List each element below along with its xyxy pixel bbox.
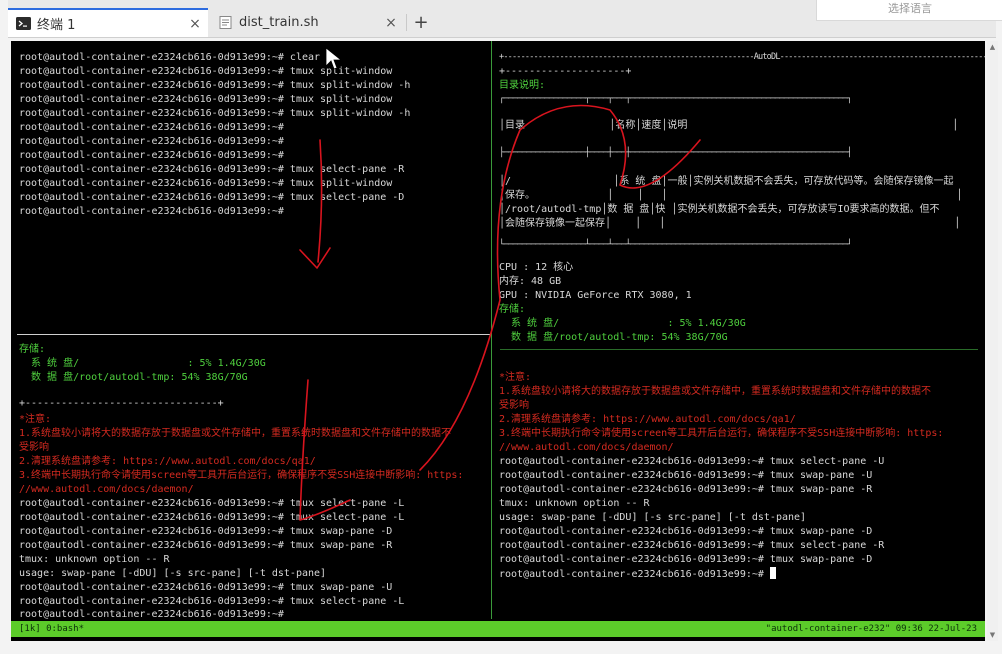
terminal-line: root@autodl-container-e2324cb616-0d913e9… [19, 164, 405, 175]
table-line: └──────────────────┴────┴───┴───────────… [499, 240, 852, 250]
terminal-line: root@autodl-container-e2324cb616-0d913e9… [19, 540, 393, 551]
notice-line: //www.autodl.com/docs/daemon/ [19, 484, 194, 495]
notice-line: 2.清理系统盘请参考: https://www.autodl.com/docs/… [499, 414, 796, 425]
terminal-line: root@autodl-container-e2324cb616-0d913e9… [499, 526, 873, 537]
terminal-line: root@autodl-container-e2324cb616-0d913e9… [499, 554, 873, 565]
storage-line: 系 统 盘/ : 5% 1.4G/30G [499, 318, 746, 329]
terminal-line: tmux: unknown option -- R [19, 554, 170, 565]
terminal-icon [16, 17, 31, 30]
terminal-line: root@autodl-container-e2324cb616-0d913e9… [19, 512, 405, 523]
language-selector[interactable]: 选择语言 [816, 0, 1002, 21]
tab-terminal-1[interactable]: 终端 1 × [8, 8, 208, 37]
notice-line: 3.终端中长期执行命令请使用screen等工具开后台运行，确保程序不受SSH连接… [499, 428, 944, 439]
terminal-line: root@autodl-container-e2324cb616-0d913e9… [19, 108, 411, 119]
rule-line: +--------------------+ [499, 66, 632, 77]
terminal-line: root@autodl-container-e2324cb616-0d913e9… [19, 94, 393, 105]
terminal-viewport[interactable]: root@autodl-container-e2324cb616-0d913e9… [11, 41, 985, 641]
status-window-list: [1k] 0:bash* [19, 624, 85, 634]
prompt-text: root@autodl-container-e2324cb616-0d913e9… [499, 569, 764, 580]
terminal-line: root@autodl-container-e2324cb616-0d913e9… [19, 178, 393, 189]
tab-separator [406, 14, 407, 31]
terminal-line: root@autodl-container-e2324cb616-0d913e9… [19, 80, 411, 91]
terminal-line: root@autodl-container-e2324cb616-0d913e9… [19, 582, 393, 593]
terminal-line: tmux: unknown option -- R [499, 498, 650, 509]
new-tab-button[interactable]: + [408, 10, 434, 36]
terminal-line: root@autodl-container-e2324cb616-0d913e9… [19, 52, 321, 63]
prompt-line[interactable]: root@autodl-container-e2324cb616-0d913e9… [499, 567, 776, 582]
storage-line: 系 统 盘/ : 5% 1.4G/30G [19, 358, 266, 369]
terminal-line: root@autodl-container-e2324cb616-0d913e9… [19, 609, 284, 620]
pane-divider[interactable] [17, 334, 491, 335]
terminal-line: root@autodl-container-e2324cb616-0d913e9… [499, 540, 885, 551]
scroll-up-icon[interactable]: ▲ [987, 41, 998, 53]
terminal-line: root@autodl-container-e2324cb616-0d913e9… [499, 470, 873, 481]
notice-title: *注意: [499, 372, 532, 383]
notice-line: 3.终端中长期执行命令请使用screen等工具开后台运行，确保程序不受SSH连接… [19, 470, 464, 481]
notice-line: //www.autodl.com/docs/daemon/ [499, 442, 674, 453]
notice-title: *注意: [19, 414, 52, 425]
notice-line: 1.系统盘较小请将大的数据存放于数据盘或文件存储中，重置系统时数据盘和文件存储中… [499, 386, 932, 397]
terminal-line: root@autodl-container-e2324cb616-0d913e9… [499, 456, 885, 467]
terminal-line: root@autodl-container-e2324cb616-0d913e9… [19, 596, 405, 607]
notice-line: 受影响 [499, 400, 529, 411]
table-line: │会随保存镜像一起保存│ │ │ │ [499, 218, 961, 229]
file-icon [219, 16, 232, 29]
pane-divider[interactable] [500, 349, 978, 350]
terminal-line: root@autodl-container-e2324cb616-0d913e9… [19, 192, 405, 203]
dir-title: 目录说明: [499, 80, 546, 91]
table-line: ├──────────────────┼────┼───┼───────────… [499, 148, 852, 158]
gpu-info: GPU : NVIDIA GeForce RTX 3080, 1 [499, 290, 692, 301]
close-icon[interactable]: × [186, 16, 204, 32]
rule-line: +--------------------------------+ [19, 398, 224, 409]
table-line: │/ │系 统 盘│一般│实例关机数据不会丢失，可存放代码等。会随保存镜像一起 [499, 176, 954, 187]
cpu-info: CPU : 12 核心 [499, 262, 574, 273]
tmux-status-bar: [1k] 0:bash* "autodl-container-e232" 09:… [11, 621, 985, 637]
status-host-time: "autodl-container-e232" 09:36 22-Jul-23 [765, 624, 977, 634]
terminal-line: usage: swap-pane [-dDU] [-s src-pane] [-… [19, 568, 327, 579]
storage-line: 数 据 盘/root/autodl-tmp: 54% 38G/70G [499, 332, 728, 343]
memory-info: 内存: 48 GB [499, 276, 562, 287]
text-cursor [769, 567, 776, 579]
table-line: │保存。 │ │ │ │ [499, 190, 963, 201]
tab-dist-train[interactable]: dist_train.sh × [210, 8, 404, 37]
close-icon[interactable]: × [382, 15, 400, 31]
banner-line: +---------------------------------------… [499, 52, 985, 62]
vertical-pane-divider[interactable] [491, 41, 492, 619]
notice-line: 2.清理系统盘请参考: https://www.autodl.com/docs/… [19, 456, 316, 467]
terminal-line: root@autodl-container-e2324cb616-0d913e9… [19, 526, 393, 537]
terminal-line: usage: swap-pane [-dDU] [-s src-pane] [-… [499, 512, 807, 523]
tab-label: 终端 1 [37, 18, 76, 33]
terminal-line: root@autodl-container-e2324cb616-0d913e9… [19, 122, 284, 133]
tab-label: dist_train.sh [239, 15, 319, 30]
storage-line: 数 据 盘/root/autodl-tmp: 54% 38G/70G [19, 372, 248, 383]
terminal-line: root@autodl-container-e2324cb616-0d913e9… [19, 150, 284, 161]
terminal-line: root@autodl-container-e2324cb616-0d913e9… [19, 136, 284, 147]
terminal-line: root@autodl-container-e2324cb616-0d913e9… [19, 206, 284, 217]
notice-line: 1.系统盘较小请将大的数据存放于数据盘或文件存储中，重置系统时数据盘和文件存储中… [19, 428, 452, 439]
table-line: │目录 │名称│速度│说明 │ [499, 120, 959, 131]
table-line: │/root/autodl-tmp│数 据 盘│快 │实例关机数据不会丢失，可存… [499, 204, 940, 215]
terminal-line: root@autodl-container-e2324cb616-0d913e9… [19, 498, 405, 509]
storage-title: 存储: [499, 304, 526, 315]
terminal-line: root@autodl-container-e2324cb616-0d913e9… [499, 484, 873, 495]
table-line: ┌──────────────────┬────┬───┬───────────… [499, 94, 852, 104]
storage-title: 存储: [19, 344, 46, 355]
scroll-down-icon[interactable]: ▼ [987, 629, 998, 641]
vertical-scrollbar[interactable]: ▲ ▼ [987, 41, 998, 641]
notice-line: 受影响 [19, 442, 49, 453]
terminal-line: root@autodl-container-e2324cb616-0d913e9… [19, 66, 393, 77]
